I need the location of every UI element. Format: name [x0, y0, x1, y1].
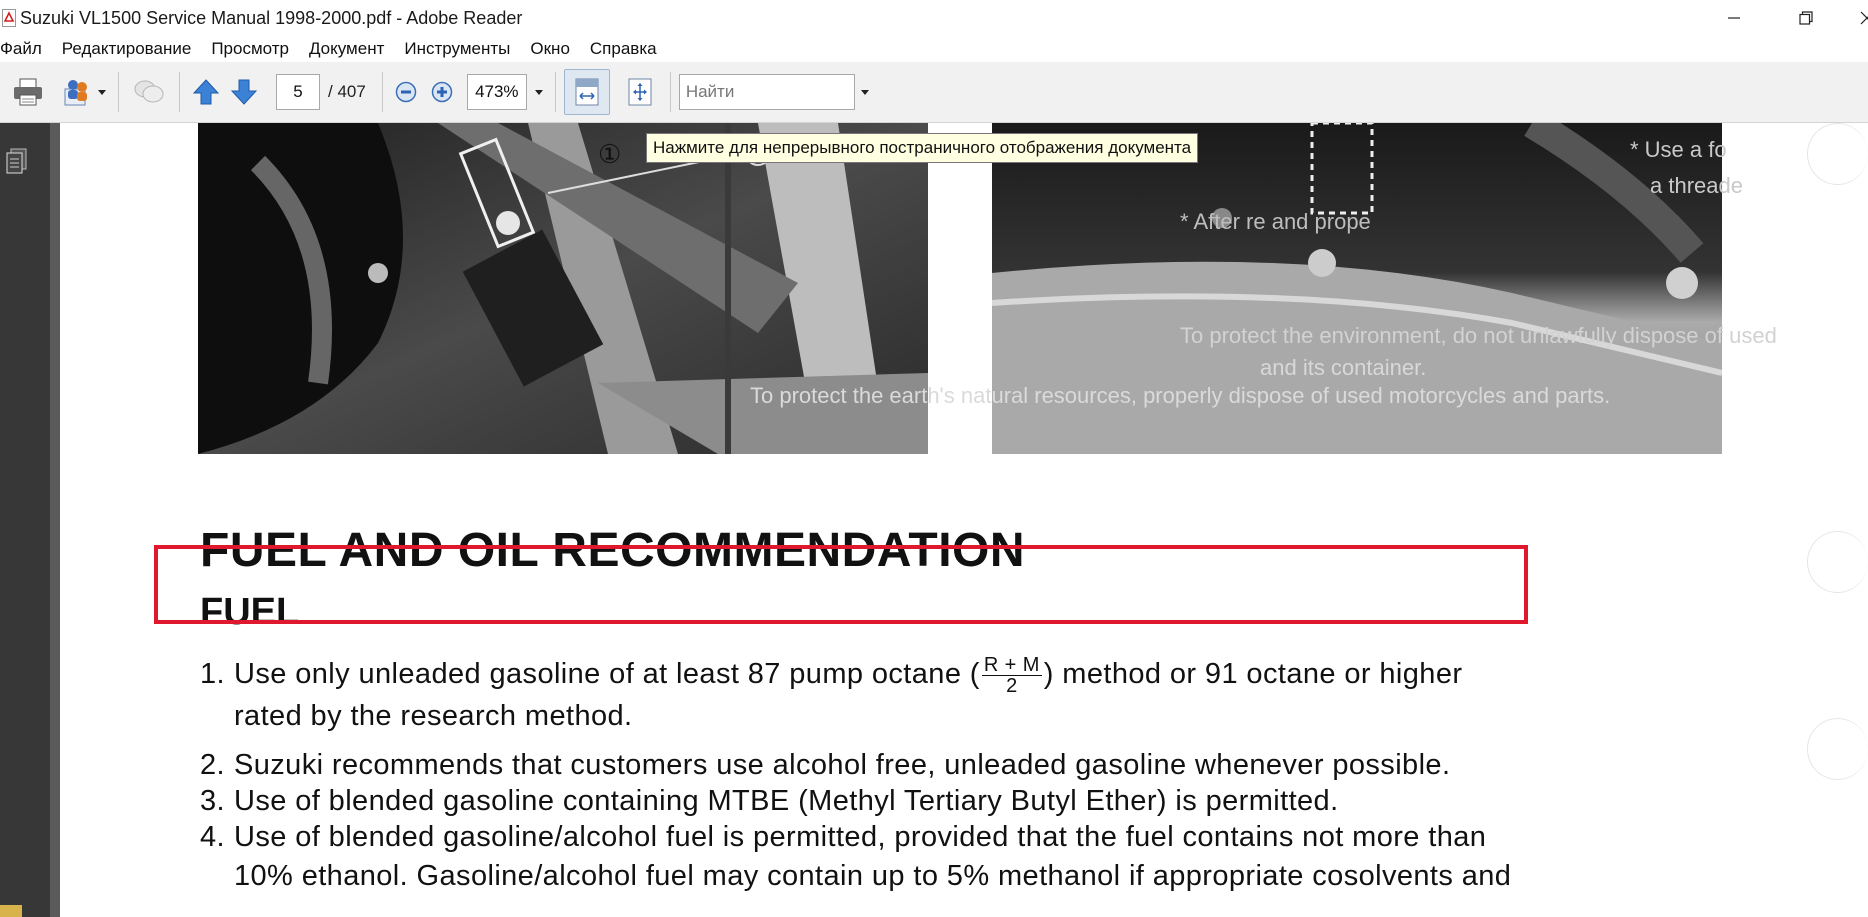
comment-bubbles-icon	[134, 80, 164, 103]
window-title: Suzuki VL1500 Service Manual 1998-2000.p…	[20, 7, 523, 28]
fit-page-icon	[628, 78, 652, 106]
zoom-in-button[interactable]	[427, 70, 457, 114]
fraction-numerator: R + M	[981, 654, 1042, 676]
octane-fraction: R + M2	[981, 654, 1042, 697]
ghost-line: * Use a fo	[1630, 137, 1727, 162]
menu-edit[interactable]: Редактирование	[52, 39, 202, 59]
find-dropdown-icon[interactable]	[860, 89, 869, 95]
fit-page-button[interactable]	[618, 70, 662, 114]
document-view[interactable]: ① * Use a fo a threade * After re and pr…	[50, 123, 1868, 917]
arrow-down-icon	[230, 79, 258, 105]
zoom-out-icon	[395, 81, 417, 103]
menu-view[interactable]: Просмотр	[201, 39, 299, 59]
tooltip: Нажмите для непрерывного постраничного о…	[646, 133, 1199, 163]
ghost-line: a threade	[1650, 173, 1743, 198]
arrow-up-icon	[192, 79, 220, 105]
menu-bar: Файл Редактирование Просмотр Документ Ин…	[0, 36, 1868, 62]
page-number-input[interactable]: 5	[276, 74, 320, 110]
title-bar: Suzuki VL1500 Service Manual 1998-2000.p…	[0, 0, 1868, 36]
next-page-button[interactable]	[226, 70, 262, 114]
pages-icon	[6, 148, 27, 174]
item-text-continued: 10% ethanol. Gasoline/alcohol fuel may c…	[234, 860, 1512, 892]
print-button[interactable]	[6, 70, 50, 114]
item-text: Use of blended gasoline/alcohol fuel is …	[234, 821, 1487, 853]
list-item: 4. Use of blended gasoline/alcohol fuel i…	[200, 821, 1511, 893]
menu-help[interactable]: Справка	[580, 39, 667, 59]
previous-page-button[interactable]	[188, 70, 224, 114]
pdf-page: ① * Use a fo a threade * After re and pr…	[60, 123, 1868, 917]
menu-window[interactable]: Окно	[520, 39, 580, 59]
minimize-icon	[1728, 17, 1740, 19]
zoom-in-icon	[431, 81, 453, 103]
share-button[interactable]	[58, 70, 110, 114]
menu-document[interactable]: Документ	[299, 39, 394, 59]
margin-mark	[1807, 531, 1868, 593]
printer-icon	[14, 78, 42, 106]
list-item: 1. Use only unleaded gasoline of at least…	[200, 655, 1462, 733]
fraction-denominator: 2	[1006, 675, 1018, 697]
pdf-file-icon	[2, 9, 16, 27]
zoom-out-button[interactable]	[391, 70, 421, 114]
list-item: 3. Use of blended gasoline containing MTB…	[200, 785, 1339, 818]
restore-icon	[1799, 11, 1813, 25]
share-people-icon	[64, 80, 87, 106]
close-button[interactable]	[1842, 0, 1868, 36]
margin-mark	[1807, 123, 1868, 185]
navigation-pane	[0, 123, 50, 917]
fit-width-icon	[575, 78, 599, 106]
margin-mark	[1807, 718, 1868, 780]
ghost-line: To protect the environment, do not unlaw…	[1180, 323, 1777, 348]
find-input[interactable]: Найти	[678, 74, 855, 110]
item-text: Use of blended gasoline containing MTBE …	[234, 785, 1339, 817]
ghost-line: To protect the earth's natural resources…	[750, 383, 1611, 408]
menu-file[interactable]: Файл	[0, 39, 52, 59]
page-total: / 407	[328, 82, 366, 101]
pages-panel-button[interactable]	[4, 147, 30, 182]
comment-button[interactable]	[127, 70, 171, 114]
restore-button[interactable]	[1770, 0, 1842, 36]
toolbar: 5 / 407 473% Найти	[0, 62, 1868, 123]
minimize-button[interactable]	[1698, 0, 1770, 36]
share-dropdown-icon	[98, 89, 106, 95]
item-text: Use only unleaded gasoline of at least 8…	[234, 658, 980, 691]
item-number: 2.	[200, 749, 225, 781]
item-number: 3.	[200, 785, 225, 817]
item-number: 1.	[200, 658, 225, 691]
attachments-tab[interactable]	[0, 905, 22, 917]
item-number: 4.	[200, 821, 225, 853]
zoom-dropdown-icon[interactable]	[534, 89, 543, 95]
zoom-level-input[interactable]: 473%	[466, 74, 527, 110]
highlight-box	[154, 545, 1528, 624]
menu-tools[interactable]: Инструменты	[394, 39, 520, 59]
figure-callout: ①	[598, 139, 622, 169]
item-text: Suzuki recommends that customers use alc…	[234, 749, 1451, 781]
list-item: 2. Suzuki recommends that customers use a…	[200, 749, 1450, 782]
ghost-line: * After re and prope	[1180, 209, 1371, 234]
item-text: ) method or 91 octane or higher	[1043, 658, 1463, 691]
fit-width-scrolling-button[interactable]	[563, 69, 610, 115]
ghost-line: and its container.	[1260, 355, 1427, 380]
item-text-continued: rated by the research method.	[234, 700, 633, 732]
close-icon	[1860, 11, 1868, 25]
